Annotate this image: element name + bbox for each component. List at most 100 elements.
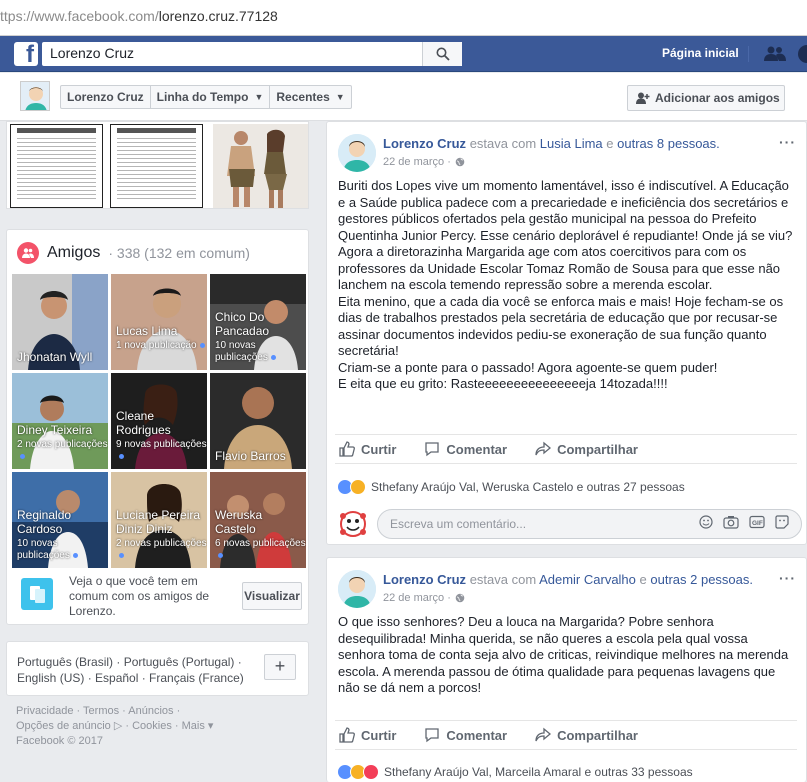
share-button[interactable]: Compartilhar — [535, 441, 638, 457]
search-button[interactable] — [422, 42, 462, 66]
friend-subtext: 10 novas publicações — [17, 538, 108, 562]
post-paragraph: E eita que eu grito: Rasteeeeeeeeeeeeeee… — [338, 376, 668, 391]
facebook-logo[interactable]: f — [14, 41, 38, 68]
new-post-dot — [119, 453, 124, 459]
friends-box: Amigos · 338 (132 em comum) Jhonatan Wyl… — [6, 229, 309, 625]
friend-tile[interactable]: Jhonatan Wyll — [12, 274, 108, 370]
like-button[interactable]: Curtir — [339, 727, 396, 743]
friend-name: Jhonatan Wyll — [17, 350, 93, 364]
reactions-summary[interactable]: Sthefany Araújo Val, Weruska Castelo e o… — [337, 479, 685, 495]
post-author-avatar[interactable] — [338, 570, 376, 608]
tab-timeline[interactable]: Linha do Tempo ▼ — [151, 86, 271, 108]
friends-count: · 338 (132 em comum) — [108, 245, 250, 261]
profile-avatar[interactable] — [20, 81, 50, 111]
friend-tile[interactable]: Cleane Rodrigues 9 novas publicações — [111, 373, 207, 469]
page-footer: Privacidade · Termos · Anúncios · Opções… — [16, 704, 306, 749]
post-options-button[interactable]: ··· — [779, 570, 796, 586]
messages-icon[interactable] — [797, 44, 807, 64]
post-author-name[interactable]: Lorenzo Cruz — [383, 572, 466, 587]
camera-icon[interactable] — [723, 515, 739, 529]
friend-subtext: 1 nova publicação — [116, 340, 205, 352]
footer-links-1[interactable]: Privacidade · Termos · Anúncios · — [16, 704, 306, 719]
tagged-others[interactable]: outras 8 pessoas. — [617, 136, 720, 151]
comment-button[interactable]: Comentar — [424, 727, 507, 743]
tab-recent[interactable]: Recentes ▼ — [270, 86, 350, 108]
profile-navigation: Lorenzo Cruz Linha do Tempo ▼ Recentes ▼ A… — [0, 73, 807, 121]
friend-subtext: 2 novas publicações — [17, 439, 108, 463]
photo-document-2[interactable] — [110, 124, 203, 208]
comment-icon — [425, 728, 440, 743]
friends-title[interactable]: Amigos — [47, 244, 100, 262]
new-post-dot — [119, 552, 124, 558]
tagged-person[interactable]: Lusia Lima — [540, 136, 603, 151]
document-header — [117, 128, 196, 133]
post-date[interactable]: 22 de março · — [383, 156, 465, 168]
post-and-text: e — [639, 572, 647, 587]
tab-profile-name[interactable]: Lorenzo Cruz — [61, 86, 151, 108]
new-post-dot — [270, 354, 276, 360]
friend-tile[interactable]: Chico Do Pancadao 10 novas publicações — [210, 274, 306, 370]
friend-tile[interactable]: Diney Teixeira 2 novas publicações — [12, 373, 108, 469]
friend-tile[interactable]: Flavio Barros — [210, 373, 306, 469]
add-friend-button[interactable]: Adicionar aos amigos — [627, 85, 785, 111]
language-line-1[interactable]: Português (Brasil) · Português (Portugal… — [17, 654, 247, 670]
add-friend-icon — [636, 92, 650, 104]
svg-text:GIF: GIF — [752, 520, 763, 527]
post-actions: Curtir Comentar Compartilhar — [335, 720, 797, 750]
post-author-name[interactable]: Lorenzo Cruz — [383, 136, 466, 151]
comment-button[interactable]: Comentar — [424, 441, 507, 457]
home-link[interactable]: Página inicial — [662, 46, 739, 60]
new-post-dot — [218, 552, 223, 558]
friend-name: Lucas Lima — [116, 324, 178, 338]
photos-strip — [6, 121, 309, 209]
tab-profile-name-label: Lorenzo Cruz — [67, 90, 144, 104]
post-paragraph: O que isso senhores? Deu a louca na Marg… — [338, 614, 789, 695]
post-author-avatar[interactable] — [338, 134, 376, 172]
browser-address-bar[interactable]: ttps://www.facebook.com/lorenzo.cruz.771… — [0, 0, 807, 36]
friend-name: Cleane Rodrigues — [116, 409, 171, 437]
friend-tile[interactable]: Reginaldo Cardoso 10 novas publicações — [12, 472, 108, 568]
like-button[interactable]: Curtir — [339, 441, 396, 457]
chevron-down-icon: ▼ — [254, 92, 264, 102]
post-options-button[interactable]: ··· — [779, 134, 796, 150]
search-input[interactable]: Lorenzo Cruz — [42, 42, 462, 66]
sticker-icon[interactable] — [775, 515, 789, 529]
add-language-button[interactable]: + — [264, 654, 296, 680]
new-post-dot — [199, 342, 205, 348]
photo-people[interactable] — [213, 124, 308, 208]
comment-attachment-icons: GIF — [699, 515, 789, 529]
post-paragraph: Criam-se a ponte para o passado! Agora a… — [338, 359, 718, 375]
post-paragraph: Buriti dos Lopes vive um momento lamentá… — [338, 178, 793, 292]
share-icon — [535, 441, 552, 456]
tagged-others[interactable]: outras 2 pessoas. — [650, 572, 753, 587]
footer-links-2[interactable]: Opções de anúncio ▷ · Cookies · Mais ▾ — [16, 719, 306, 734]
reactions-summary[interactable]: Sthefany Araújo Val, Marceila Amaral e o… — [337, 764, 693, 780]
haha-reaction-icon — [350, 479, 366, 495]
friend-name: Weruska Castelo — [215, 508, 263, 536]
share-label: Compartilhar — [557, 441, 638, 457]
friend-name: Chico Do Pancadao — [215, 310, 270, 338]
url-text[interactable]: ttps://www.facebook.com/lorenzo.cruz.771… — [0, 8, 278, 24]
friend-name: Luciane Pereira Diniz Diniz — [116, 508, 201, 536]
friend-subtext-label: 10 novas publicações — [215, 340, 268, 363]
gif-icon[interactable]: GIF — [749, 515, 765, 529]
friend-name: Diney Teixeira — [17, 423, 93, 437]
new-post-dot — [20, 453, 25, 459]
friend-tile[interactable]: Luciane Pereira Diniz Diniz 2 novas publ… — [111, 472, 207, 568]
share-button[interactable]: Compartilhar — [535, 727, 638, 743]
emoji-icon[interactable] — [699, 515, 713, 529]
view-common-button[interactable]: Visualizar — [242, 582, 302, 610]
tagged-person[interactable]: Ademir Carvalho — [539, 572, 636, 587]
common-friends-text: Veja o que você tem em comum com os amig… — [69, 574, 210, 618]
photo-document-1[interactable] — [10, 124, 103, 208]
friend-tile[interactable]: Weruska Castelo 6 novas publicações — [210, 472, 306, 568]
friend-requests-icon[interactable] — [764, 46, 786, 62]
friend-tile[interactable]: Lucas Lima 1 nova publicação — [111, 274, 207, 370]
common-friends-icon — [21, 578, 53, 610]
public-globe-icon — [455, 157, 465, 167]
commenter-avatar[interactable] — [337, 508, 369, 540]
facebook-top-bar: f Lorenzo Cruz Página inicial — [0, 36, 807, 72]
language-line-2[interactable]: English (US) · Español · Français (Franc… — [17, 670, 247, 686]
post-date[interactable]: 22 de março · — [383, 592, 465, 604]
friend-photo — [111, 274, 207, 370]
